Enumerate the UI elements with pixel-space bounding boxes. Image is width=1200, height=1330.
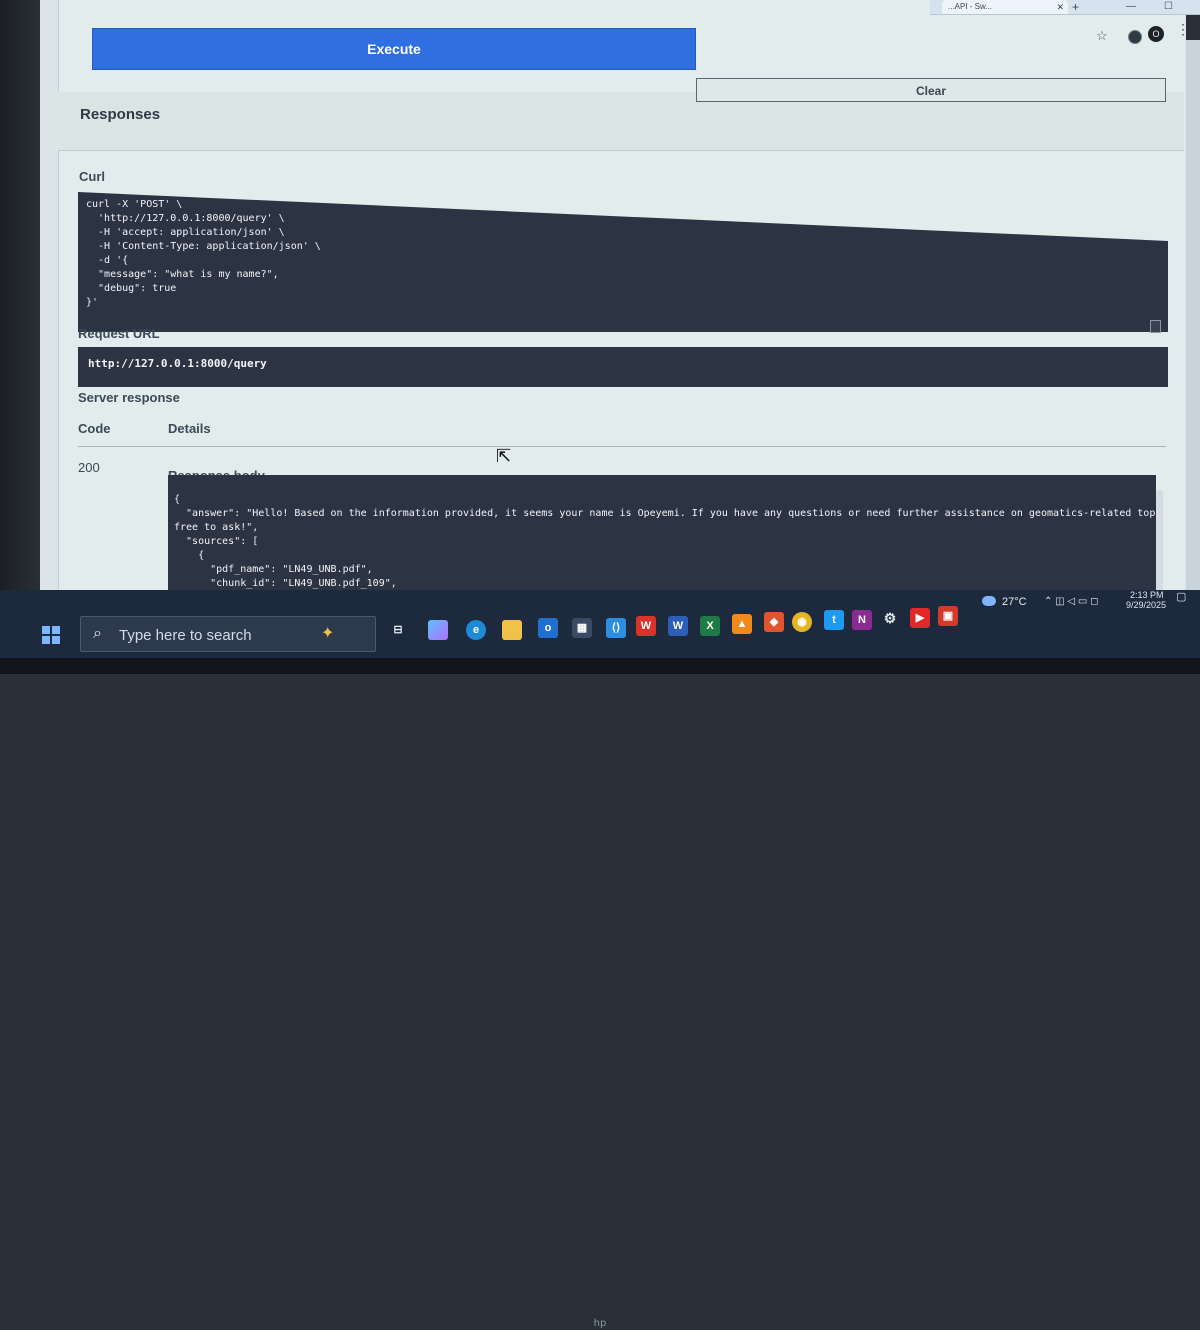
copy-icon[interactable] xyxy=(1150,320,1161,333)
windows-start-icon[interactable] xyxy=(42,626,60,644)
tab-strip: ...API - Sw... ✕ + — ☐ xyxy=(930,0,1200,15)
request-url-value[interactable]: http://127.0.0.1:8000/query xyxy=(78,347,1168,387)
vscode-icon[interactable]: ⟨⟩ xyxy=(606,618,626,638)
request-url-label: Request URL xyxy=(78,326,160,341)
edge-icon[interactable]: e xyxy=(466,620,486,640)
profile-avatar[interactable]: O xyxy=(1148,26,1164,42)
word-icon[interactable]: W xyxy=(668,616,688,636)
git-icon[interactable]: ◆ xyxy=(764,612,784,632)
menu-dots-icon[interactable]: ⋮ xyxy=(1176,22,1190,36)
weather-icon xyxy=(982,596,996,606)
youtube-icon[interactable]: ▶ xyxy=(910,608,930,628)
page-scrollbar[interactable] xyxy=(1186,40,1200,620)
bookmark-star-icon[interactable]: ☆ xyxy=(1096,28,1108,44)
task-view-icon[interactable]: ⊟ xyxy=(388,620,408,640)
response-scrollbar[interactable] xyxy=(1156,490,1163,600)
tab-close-icon[interactable]: ✕ xyxy=(1056,0,1064,14)
curl-label: Curl xyxy=(79,169,105,184)
tray-icons[interactable]: ⌃ ◫ ◁ ▭ ◻ xyxy=(1044,596,1098,607)
clear-button[interactable]: Clear xyxy=(696,78,1166,102)
server-response-label: Server response xyxy=(78,390,180,405)
minimize-icon[interactable]: — xyxy=(1126,0,1136,14)
clock-date[interactable]: 9/29/2025 xyxy=(1126,600,1166,610)
outlook-icon[interactable]: o xyxy=(538,618,558,638)
wps-icon[interactable]: W xyxy=(636,616,656,636)
search-icon: ⌕ xyxy=(93,625,102,642)
new-tab-icon[interactable]: + xyxy=(1072,0,1079,14)
clock-time[interactable]: 2:13 PM xyxy=(1130,590,1164,600)
search-placeholder: Type here to search xyxy=(119,627,252,644)
monitor-bezel xyxy=(0,0,40,620)
responses-title: Responses xyxy=(80,106,161,123)
mouse-cursor-icon: ⇱ xyxy=(496,446,512,466)
divider xyxy=(78,446,1166,447)
execute-button-label: Execute xyxy=(367,41,421,57)
swagger-page: Execute Clear Responses Curl curl -X 'PO… xyxy=(40,0,1186,620)
tab-title: ...API - Sw... xyxy=(948,2,993,11)
store-icon[interactable]: ▦ xyxy=(572,618,592,638)
status-code: 200 xyxy=(78,460,100,475)
settings-icon[interactable]: ⚙ xyxy=(880,608,900,628)
copilot-icon[interactable] xyxy=(428,620,448,640)
onenote-icon[interactable]: N xyxy=(852,610,872,630)
hp-logo-icon: hp xyxy=(593,1318,607,1329)
chrome-icon[interactable]: ◉ xyxy=(792,612,812,632)
weather-temp[interactable]: 27°C xyxy=(1002,596,1027,608)
monitor-bottom-bezel: hp xyxy=(0,658,1200,1329)
code-column-header: Code xyxy=(78,421,111,436)
twitter-icon[interactable]: t xyxy=(824,610,844,630)
file-explorer-icon[interactable] xyxy=(502,620,522,640)
vlc-icon[interactable]: ▲ xyxy=(732,614,752,634)
pdf-icon[interactable]: ▣ xyxy=(938,606,958,626)
clear-button-label: Clear xyxy=(915,84,947,98)
execute-button[interactable]: Execute xyxy=(92,28,696,70)
taskbar-search-box[interactable]: ⌕ Type here to search ✦ xyxy=(80,616,376,652)
browser-tab[interactable]: ...API - Sw... ✕ xyxy=(942,0,1068,14)
details-column-header: Details xyxy=(168,421,211,436)
windows-taskbar: ⌕ Type here to search ✦ ⊟ e o ▦ ⟨⟩ W W X… xyxy=(0,590,1200,658)
search-highlight-icon: ✦ xyxy=(321,625,335,642)
excel-icon[interactable]: X xyxy=(700,616,720,636)
extension-icon[interactable] xyxy=(1128,30,1142,44)
notification-icon[interactable]: ▢ xyxy=(1176,590,1186,603)
restore-icon[interactable]: ☐ xyxy=(1164,0,1173,14)
